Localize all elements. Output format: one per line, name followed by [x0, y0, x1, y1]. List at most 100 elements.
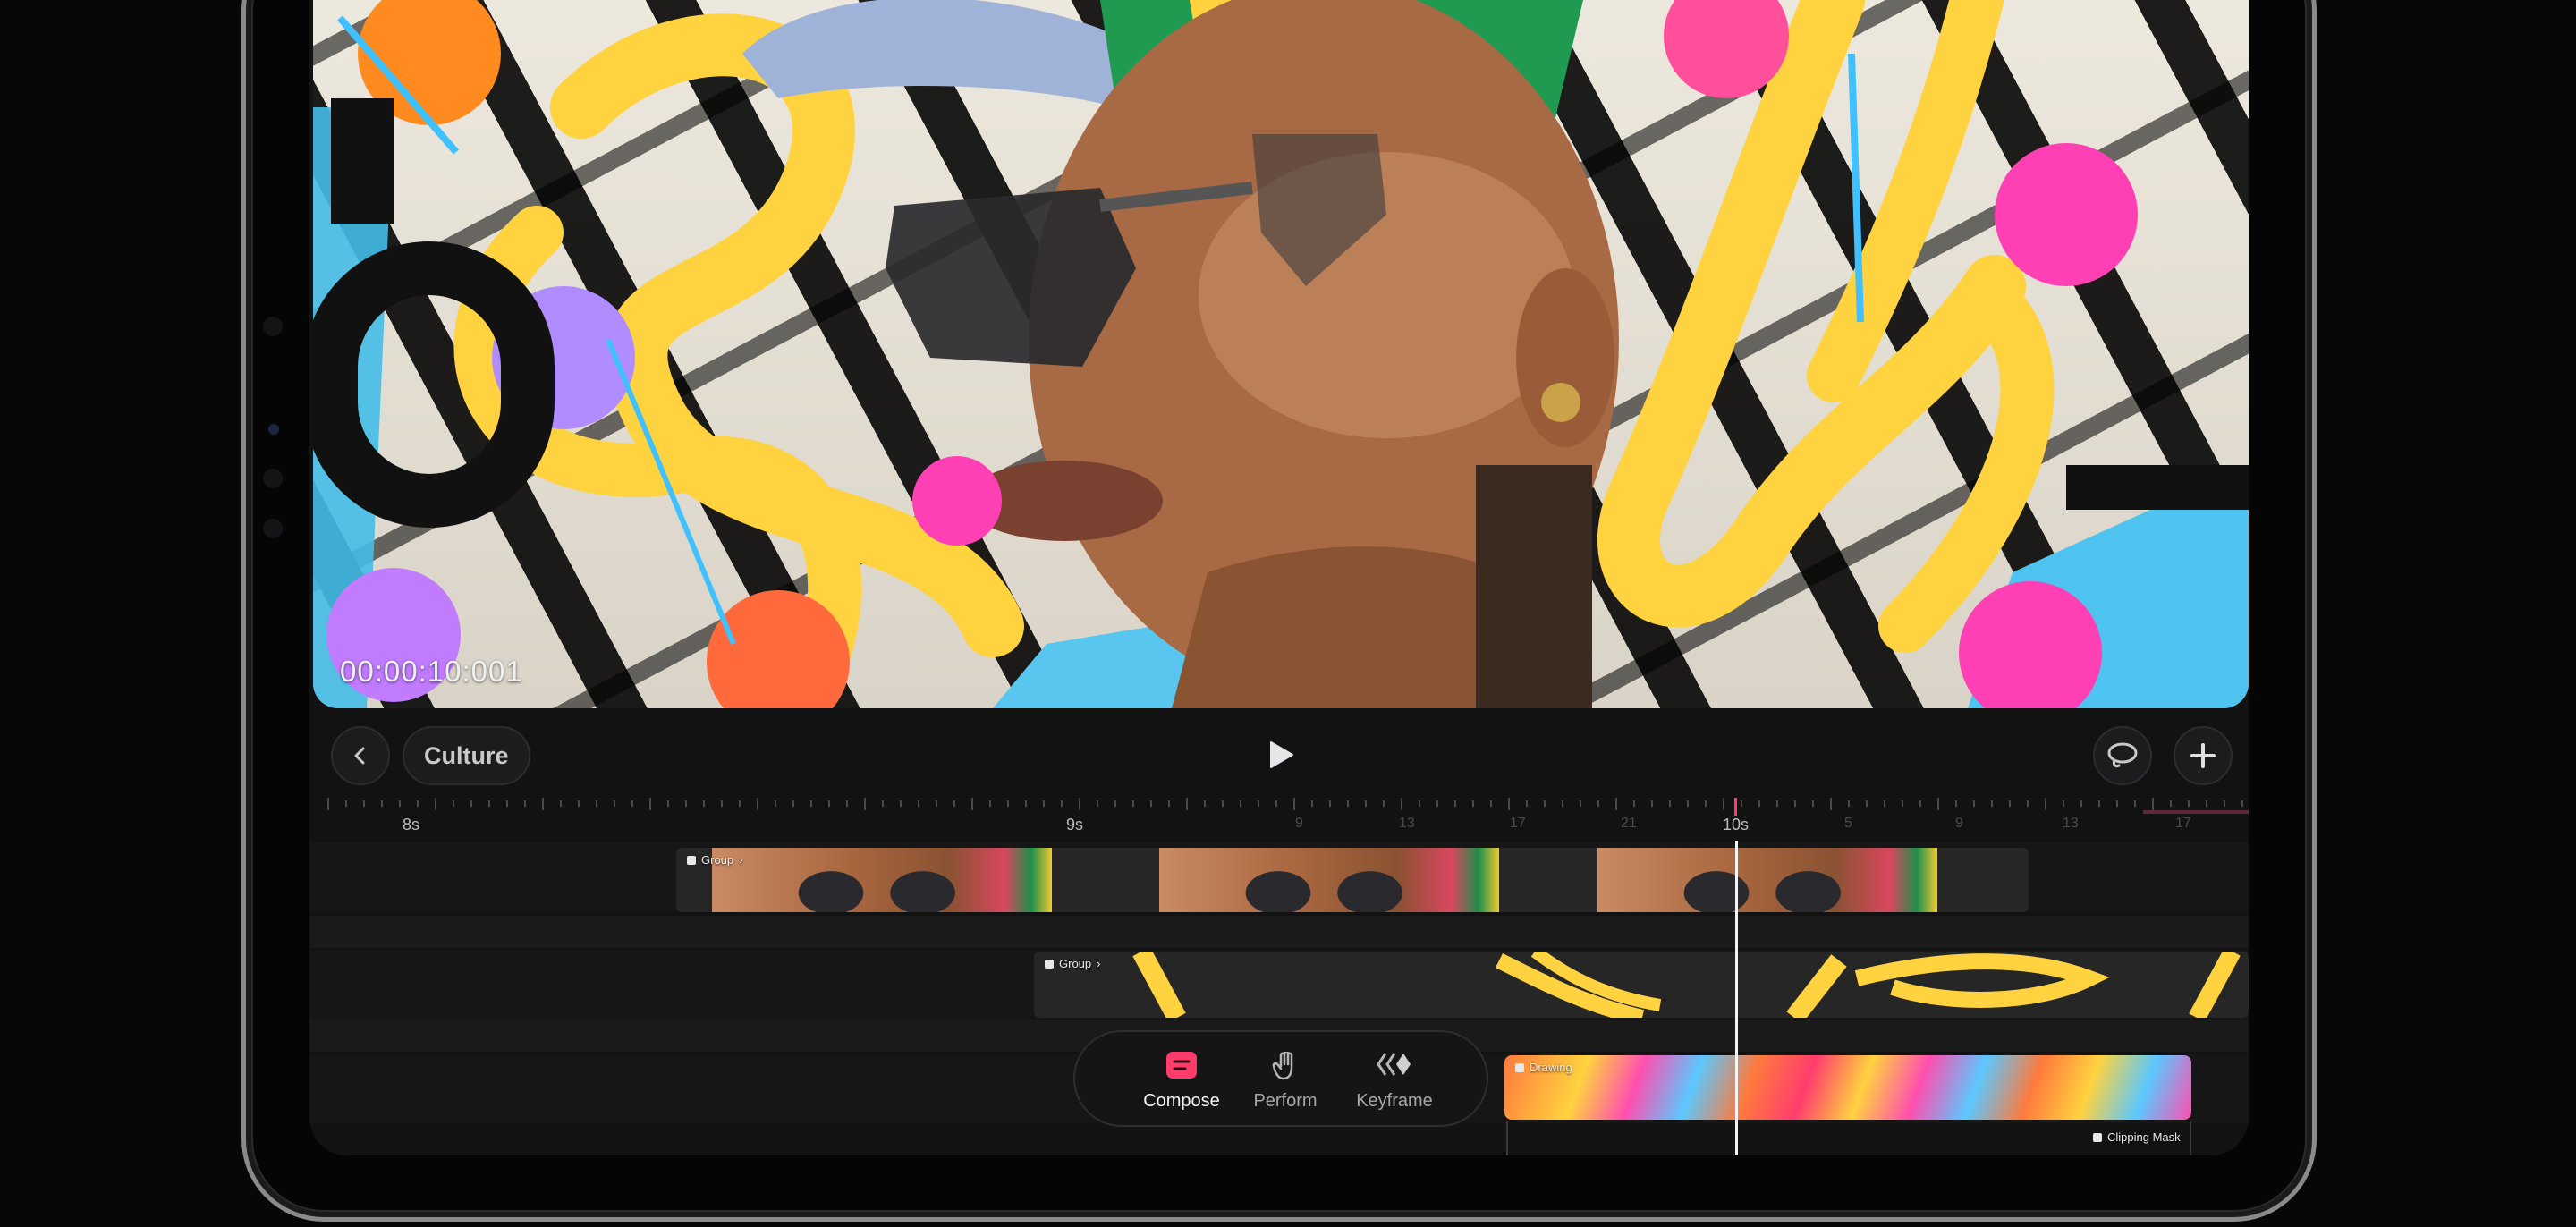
ruler-tick [2080, 800, 2082, 807]
ruler-tick [1651, 800, 1653, 807]
ruler-tick [739, 800, 741, 807]
ruler-tick [703, 800, 705, 807]
ruler-tick [2098, 800, 2100, 807]
clip-label: Group › [1045, 957, 1100, 970]
ruler-tick [1955, 800, 1957, 807]
ruler-tick [953, 800, 955, 807]
ruler-tick [1866, 800, 1868, 807]
ruler-tick [2241, 800, 2243, 807]
ruler-tick [775, 800, 776, 807]
ruler-sublabel: 17 [1510, 816, 1526, 831]
artwork-canvas[interactable]: 00:00:10:001 [313, 0, 2249, 708]
mode-switcher: Compose Perform Keyframe [1073, 1030, 1488, 1127]
ruler-tick [2188, 800, 2190, 807]
clipping-mask-line [1506, 1121, 1508, 1155]
ruler-tick [1132, 800, 1134, 807]
ruler-tick [524, 800, 526, 807]
ruler-tick [1097, 800, 1098, 807]
ruler-tick [1472, 800, 1474, 807]
group-clip[interactable]: Group › [676, 848, 2029, 912]
clip-label-text: Drawing [1530, 1061, 1572, 1074]
clip-thumbnail [1159, 848, 1499, 912]
ruler-tick [1043, 800, 1045, 807]
ruler-tick [2009, 800, 2011, 807]
ruler-sublabel: 9 [1295, 816, 1303, 831]
playhead[interactable] [1735, 841, 1738, 1155]
mode-label: Perform [1253, 1091, 1318, 1111]
ruler-tick [2224, 800, 2225, 807]
timeline-toolbar: Culture [309, 715, 2249, 796]
range-marker [2143, 810, 2249, 814]
checkbox-icon[interactable] [687, 855, 696, 865]
ruler-tick [381, 800, 383, 807]
ruler-tick [1007, 800, 1009, 807]
ruler-tick [1329, 800, 1331, 807]
ruler-tick [882, 800, 884, 807]
camera-lens [268, 424, 279, 435]
ruler-tick [1580, 800, 1581, 807]
chevron-right-icon[interactable]: › [1097, 957, 1100, 970]
add-button[interactable] [2174, 726, 2233, 785]
ruler-tick [1401, 798, 1402, 810]
checkbox-icon[interactable] [1045, 959, 1054, 969]
timeline-ruler[interactable]: 8s 9s 10s 9 13 17 21 5 9 13 17 [309, 798, 2249, 841]
ruler-tick [2170, 800, 2172, 807]
playhead-marker[interactable] [1734, 798, 1737, 816]
ruler-tick [1204, 800, 1206, 807]
ruler-tick [757, 798, 758, 810]
app-screen: 00:00:10:001 Culture 8s 9s 10s 9 13 17 2… [309, 0, 2249, 1155]
back-button[interactable] [331, 726, 390, 785]
ruler-tick [810, 800, 812, 807]
mode-label: Keyframe [1356, 1091, 1433, 1111]
ruler-tick [1597, 800, 1599, 807]
clip-thumbnail [1132, 952, 2241, 1018]
ruler-tick [685, 800, 687, 807]
ruler-sublabel: 17 [2175, 816, 2191, 831]
ruler-tick [2152, 798, 2154, 810]
mode-keyframe[interactable]: Keyframe [1336, 1046, 1453, 1118]
chevron-right-icon[interactable]: › [739, 853, 742, 867]
ruler-tick [828, 800, 830, 807]
ruler-tick [1812, 800, 1814, 807]
ruler-tick [327, 798, 329, 810]
ruler-tick [1705, 800, 1707, 807]
clipping-mask-line [2190, 1121, 2191, 1155]
ruler-tick [1776, 800, 1778, 807]
mode-perform[interactable]: Perform [1227, 1046, 1343, 1118]
drawing-clip[interactable]: Drawing [1504, 1055, 2191, 1120]
clip-label-text: Group [1059, 957, 1092, 970]
ruler-tick [1347, 800, 1349, 807]
ruler-tick [721, 800, 723, 807]
mode-compose[interactable]: Compose [1123, 1046, 1240, 1118]
ruler-tick [1741, 800, 1742, 807]
group-clip[interactable]: Group › [1034, 952, 2249, 1018]
camera-sensor [263, 317, 283, 336]
clipping-mask-label[interactable]: Clipping Mask [2093, 1130, 2181, 1144]
ruler-tick [2134, 800, 2136, 807]
ruler-label: 8s [402, 816, 420, 834]
ruler-tick [971, 798, 973, 810]
ruler-tick [649, 798, 651, 810]
ruler-tick [1293, 798, 1295, 810]
plus-icon [2190, 743, 2216, 768]
ruler-tick [1562, 800, 1563, 807]
ruler-tick [1615, 798, 1617, 810]
track-gap [309, 916, 2249, 948]
play-button[interactable] [1261, 735, 1301, 774]
ruler-tick [631, 800, 633, 807]
ruler-tick [1419, 800, 1420, 807]
ruler-tick [614, 800, 615, 807]
ruler-tick [1508, 798, 1510, 810]
checkbox-icon[interactable] [2093, 1132, 2102, 1142]
project-name-button[interactable]: Culture [402, 726, 530, 785]
ruler-tick [2116, 800, 2118, 807]
ruler-tick [470, 800, 472, 807]
checkbox-icon[interactable] [1515, 1062, 1524, 1072]
lasso-icon [2107, 742, 2138, 768]
ruler-tick [1973, 800, 1975, 807]
ruler-tick [1061, 800, 1063, 807]
ruler-tick [1275, 800, 1277, 807]
ruler-tick [1758, 800, 1760, 807]
ruler-tick [1150, 800, 1152, 807]
lasso-button[interactable] [2093, 726, 2152, 785]
